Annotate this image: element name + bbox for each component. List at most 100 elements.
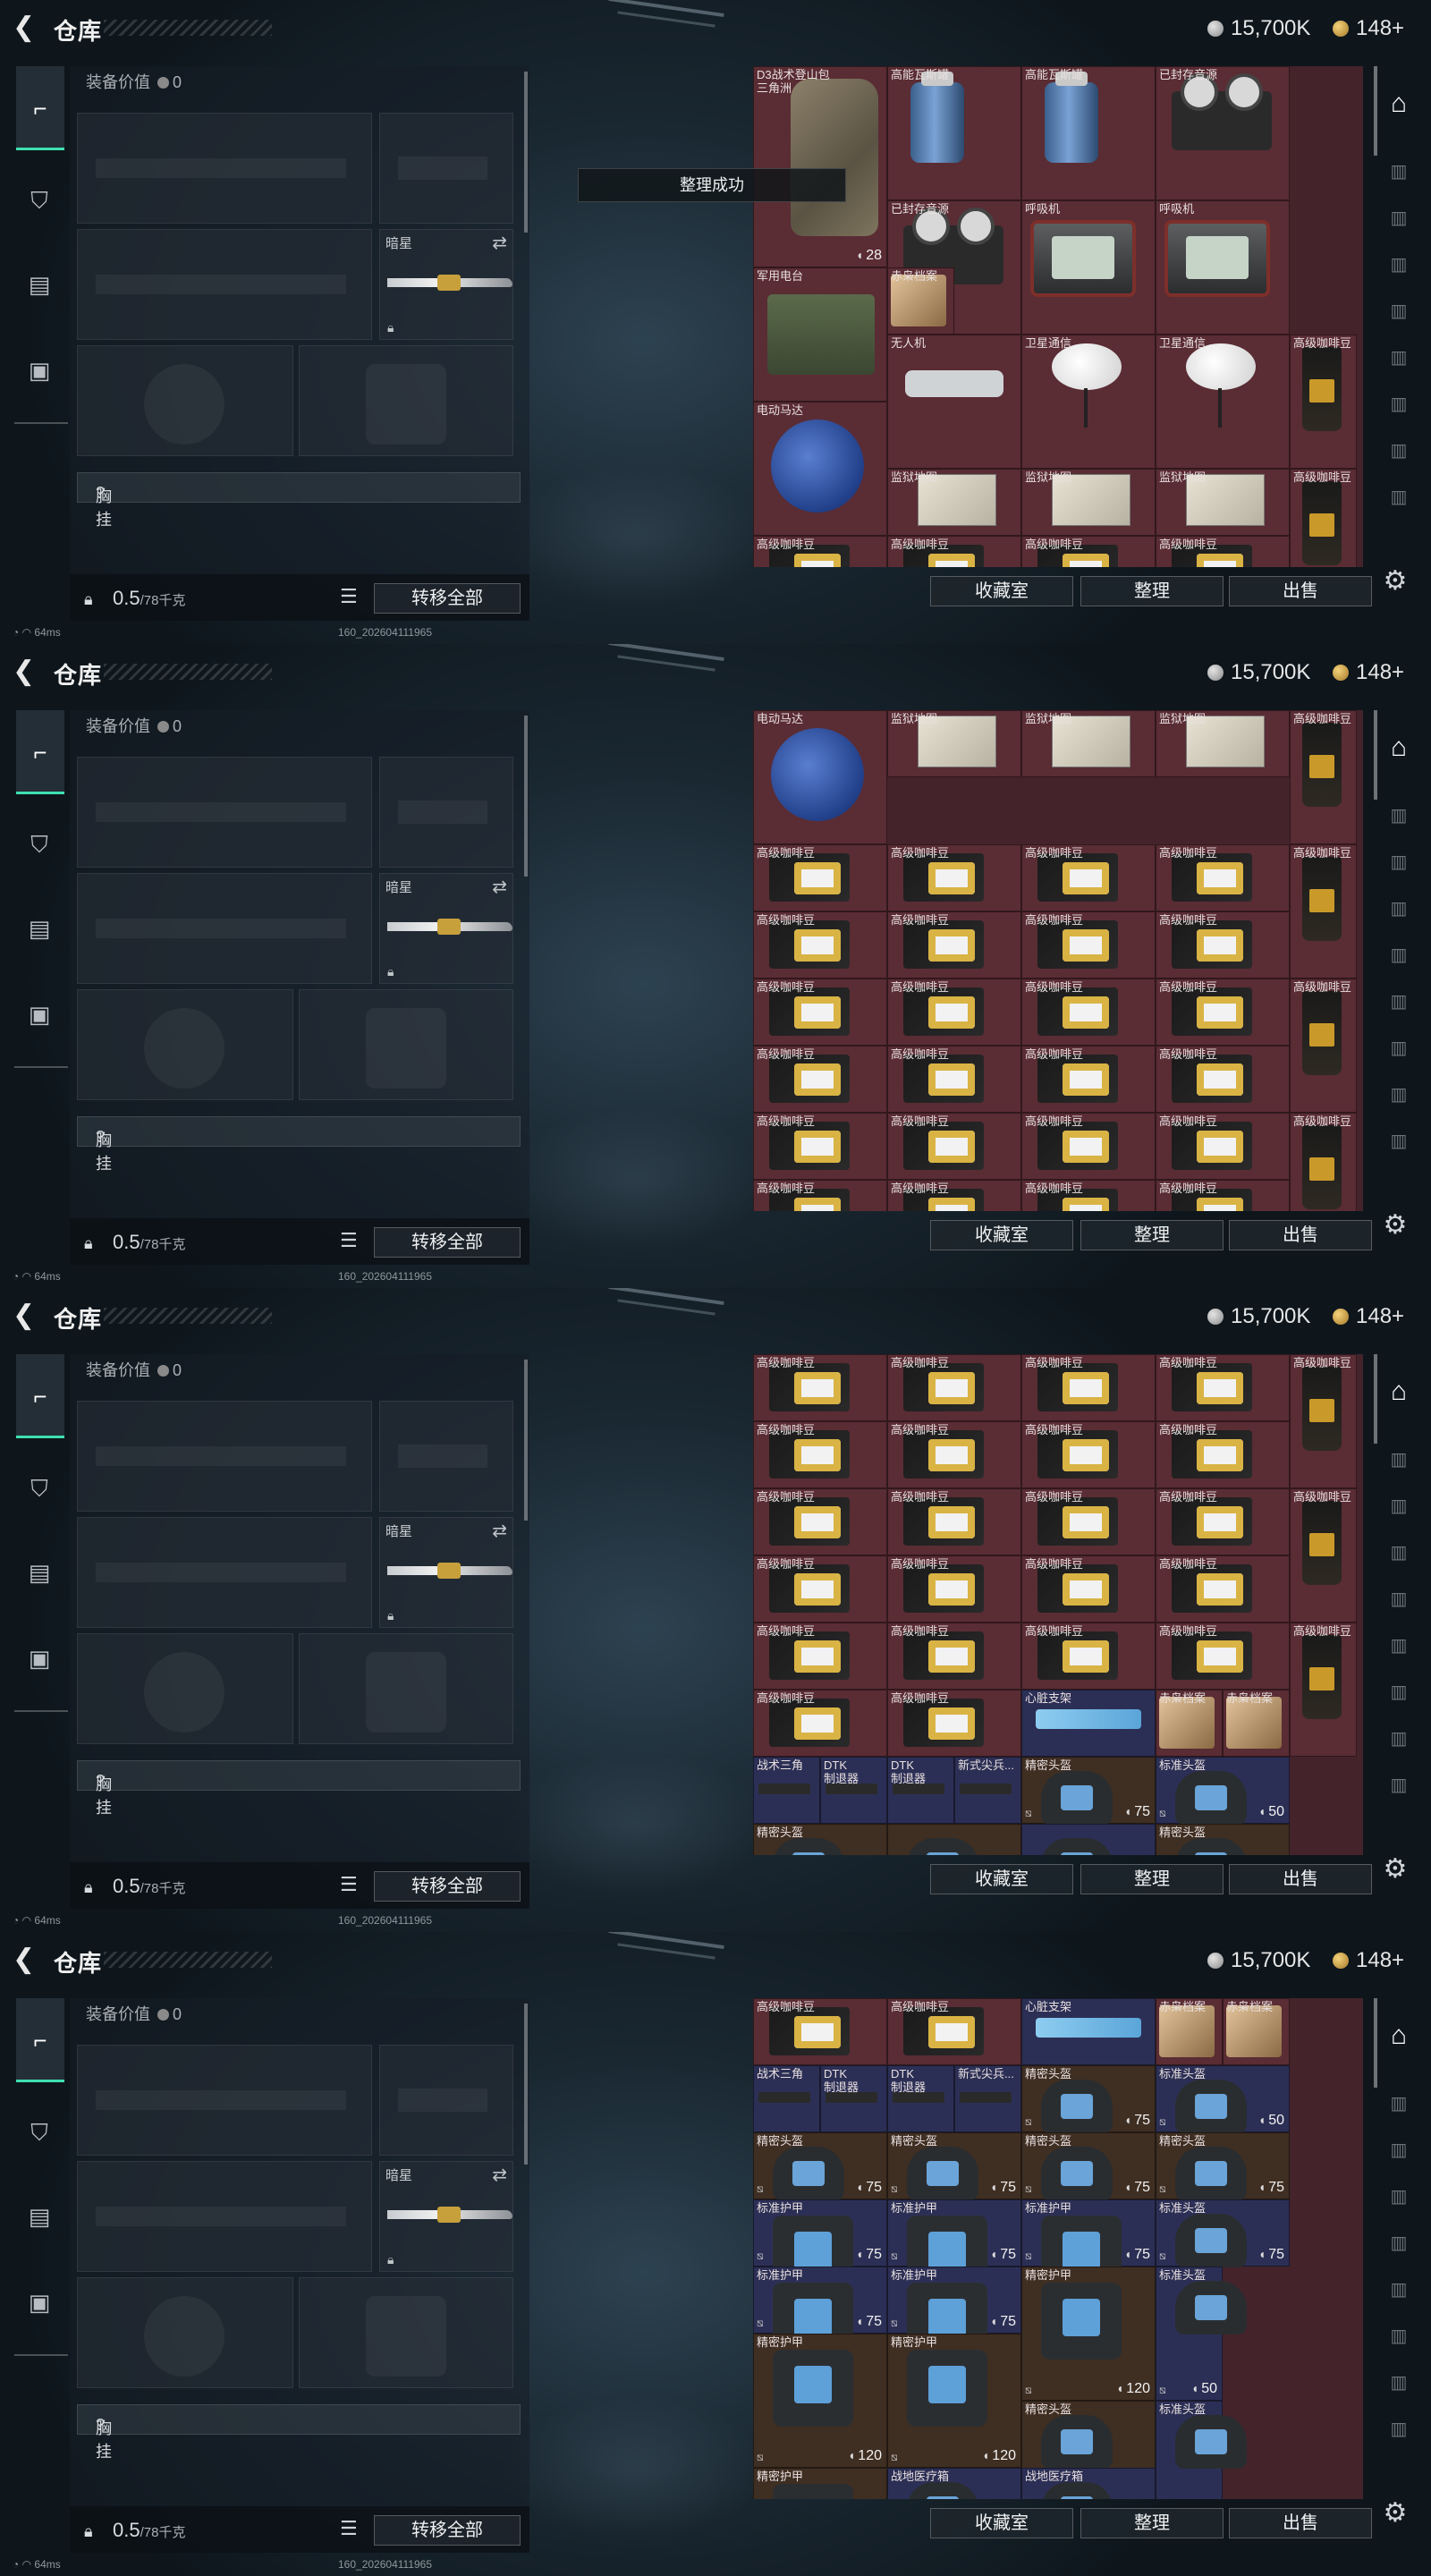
melee-slot[interactable]: 暗星 ⇄ 🔒︎ <box>379 229 513 340</box>
inventory-item[interactable]: 高级咖啡豆 <box>1156 911 1290 979</box>
inventory-item[interactable]: 精密头盔 ⧅ 75 <box>887 2132 1021 2200</box>
back-arrow-icon[interactable]: ❮ <box>13 13 41 42</box>
inventory-item[interactable]: 监狱地图 <box>1021 469 1156 536</box>
inventory-grid[interactable]: 电动马达 监狱地图 监狱地图 监狱地图 高级咖啡豆 高级咖啡豆 高级咖啡豆 高级咖啡豆 高级咖啡… <box>753 710 1363 1211</box>
inventory-item[interactable]: 标准护甲 ⧅ 75 <box>753 2199 887 2292</box>
inventory-item[interactable]: 高级咖啡豆 <box>1021 1354 1156 1421</box>
inventory-item[interactable]: 高级咖啡豆 <box>753 911 887 979</box>
container-tab-icon[interactable]: ▥ <box>1379 2179 1418 2215</box>
inventory-item[interactable]: 高级咖啡豆 <box>1156 536 1290 567</box>
container-tab-icon[interactable]: ▥ <box>1379 2411 1418 2447</box>
inventory-item[interactable]: 高级咖啡豆 <box>887 1555 1021 1623</box>
secondary-weapon-slot[interactable] <box>77 873 372 984</box>
collection-room-button[interactable]: 收藏室 <box>930 1864 1073 1894</box>
inventory-item[interactable]: 标准头盔 ⧅ 75 <box>1156 2199 1290 2267</box>
inventory-item[interactable]: 高级咖啡豆 <box>1290 1113 1357 1211</box>
inventory-item[interactable]: 监狱地图 <box>1021 710 1156 777</box>
container-tab-icon[interactable]: ▥ <box>1379 2272 1418 2308</box>
inventory-item[interactable]: 高级咖啡豆 <box>887 911 1021 979</box>
inventory-item[interactable]: 高级咖啡豆 <box>1021 979 1156 1046</box>
warehouse-tab-icon[interactable]: ⌂ <box>1379 730 1418 766</box>
inventory-item[interactable]: 监狱地图 <box>1156 710 1290 777</box>
armor-slot[interactable] <box>299 345 513 456</box>
inventory-item[interactable]: 高级咖啡豆 <box>887 536 1021 567</box>
inventory-item[interactable]: 高能瓦斯罐 <box>887 66 1021 200</box>
gold-currency[interactable]: 148+ <box>1333 16 1404 41</box>
armor-slot[interactable] <box>299 2277 513 2388</box>
inventory-item[interactable]: 高级咖啡豆 <box>1156 1180 1290 1211</box>
organize-button[interactable]: 整理 <box>1080 1220 1224 1250</box>
container-tab-icon[interactable]: ▥ <box>1379 844 1418 880</box>
tab-weapons[interactable]: ⌐ <box>16 1354 64 1438</box>
tab-backpack[interactable]: ▤ <box>20 1553 59 1592</box>
inventory-item[interactable]: 标准护甲 ⧅ 75 <box>753 2267 887 2360</box>
inventory-item[interactable]: 精密头盔 <box>1156 1824 1290 1855</box>
inventory-item[interactable]: 战术三角 <box>753 1757 820 1824</box>
container-tab-icon[interactable]: ▥ <box>1379 340 1418 376</box>
inventory-item[interactable]: 标准头盔 ⧅ 50 <box>1156 2267 1247 2401</box>
scrollbar[interactable] <box>524 716 528 877</box>
back-arrow-icon[interactable]: ❮ <box>13 657 41 686</box>
inventory-item[interactable]: 心脏支架 <box>1021 1690 1156 1757</box>
inventory-item[interactable]: 无人机 <box>887 335 1021 469</box>
inventory-item[interactable]: 精密护甲 ⧅ 120 <box>753 2334 887 2468</box>
inventory-item[interactable]: DTK 制退器 <box>887 2065 954 2132</box>
inventory-item[interactable] <box>1021 1824 1156 1855</box>
inventory-item[interactable]: 高级咖啡豆 <box>753 1998 887 2065</box>
inventory-item[interactable]: 赤枭档案 <box>1156 1690 1223 1757</box>
transfer-all-button[interactable]: 转移全部 <box>374 2515 521 2546</box>
inventory-item[interactable]: 高级咖啡豆 <box>1290 335 1357 469</box>
primary-weapon-slot[interactable] <box>77 2045 372 2156</box>
inventory-grid[interactable]: D3战术登山包 三角洲28高能瓦斯罐高能瓦斯罐已封存音源已封存音源呼吸机呼吸机军… <box>753 66 1363 567</box>
pistol-slot[interactable] <box>379 757 513 868</box>
container-tab-icon[interactable]: ▥ <box>1379 1488 1418 1524</box>
inventory-item[interactable]: 监狱地图 <box>887 469 1021 536</box>
inventory-item[interactable]: 高级咖啡豆 <box>1290 1623 1357 1757</box>
primary-weapon-slot[interactable] <box>77 1401 372 1512</box>
help-icon[interactable]: ? <box>96 484 105 503</box>
inventory-grid[interactable]: 高级咖啡豆 高级咖啡豆 高级咖啡豆 高级咖啡豆 高级咖啡豆 高级咖啡豆 高级咖啡豆 高级咖啡豆… <box>753 1354 1363 1855</box>
inventory-item[interactable]: 高级咖啡豆 <box>887 1421 1021 1488</box>
inventory-item[interactable]: 精密护甲 <box>753 2468 887 2499</box>
container-tab-icon[interactable]: ▥ <box>1379 2086 1418 2122</box>
gold-currency[interactable]: 148+ <box>1333 1948 1404 1973</box>
inventory-item[interactable]: 标准头盔 <box>1156 2401 1247 2499</box>
inventory-item[interactable]: 高级咖啡豆 <box>753 1690 887 1757</box>
transfer-all-button[interactable]: 转移全部 <box>374 1227 521 1258</box>
inventory-item[interactable]: 呼吸机 <box>1156 200 1290 335</box>
inventory-item[interactable]: 高级咖啡豆 <box>887 1690 1021 1757</box>
back-arrow-icon[interactable]: ❮ <box>13 1945 41 1974</box>
inventory-item[interactable]: 精密护甲 ⧅ 120 <box>1021 2267 1156 2401</box>
container-tab-icon[interactable]: ▥ <box>1379 1674 1418 1710</box>
inventory-item[interactable]: 标准头盔 ⧅ 50 <box>1156 2065 1290 2133</box>
container-tab-icon[interactable]: ▥ <box>1379 433 1418 469</box>
organize-button[interactable]: 整理 <box>1080 576 1224 606</box>
tab-backpack[interactable]: ▤ <box>20 265 59 304</box>
inventory-item[interactable]: 高级咖啡豆 <box>753 1113 887 1180</box>
inventory-item[interactable]: 高级咖啡豆 <box>1021 536 1156 567</box>
inventory-item[interactable]: 标准护甲 ⧅ 75 <box>887 2267 1021 2360</box>
pistol-slot[interactable] <box>379 2045 513 2156</box>
inventory-item[interactable]: 战地医疗箱 <box>1021 2468 1156 2499</box>
transfer-all-button[interactable]: 转移全部 <box>374 583 521 614</box>
list-icon[interactable]: ☰ <box>340 2517 358 2540</box>
container-tab-icon[interactable]: ▥ <box>1379 2132 1418 2168</box>
inventory-item[interactable]: 已封存音源 <box>1156 66 1290 200</box>
pistol-slot[interactable] <box>379 1401 513 1512</box>
scrollbar[interactable] <box>524 1360 528 1521</box>
inventory-item[interactable]: 电动马达 <box>753 710 887 844</box>
settings-gear-icon[interactable]: ⚙ <box>1377 564 1413 599</box>
inventory-item[interactable]: 高级咖啡豆 <box>887 1113 1021 1180</box>
help-icon[interactable]: ? <box>96 2416 105 2435</box>
melee-slot[interactable]: 暗星 ⇄ 🔒︎ <box>379 1517 513 1628</box>
inventory-item[interactable]: 高级咖啡豆 <box>1021 1488 1156 1555</box>
inventory-item[interactable]: 高级咖啡豆 <box>1021 911 1156 979</box>
inventory-item[interactable]: 高级咖啡豆 <box>887 979 1021 1046</box>
settings-gear-icon[interactable]: ⚙ <box>1377 1852 1413 1887</box>
melee-slot[interactable]: 暗星 ⇄ 🔒︎ <box>379 2161 513 2272</box>
inventory-item[interactable]: 高级咖啡豆 <box>1156 1113 1290 1180</box>
container-tab-icon[interactable]: ▥ <box>1379 1628 1418 1664</box>
inventory-item[interactable]: 呼吸机 <box>1021 200 1156 335</box>
tab-backpack[interactable]: ▤ <box>20 2197 59 2236</box>
helmet-slot[interactable] <box>77 989 293 1100</box>
